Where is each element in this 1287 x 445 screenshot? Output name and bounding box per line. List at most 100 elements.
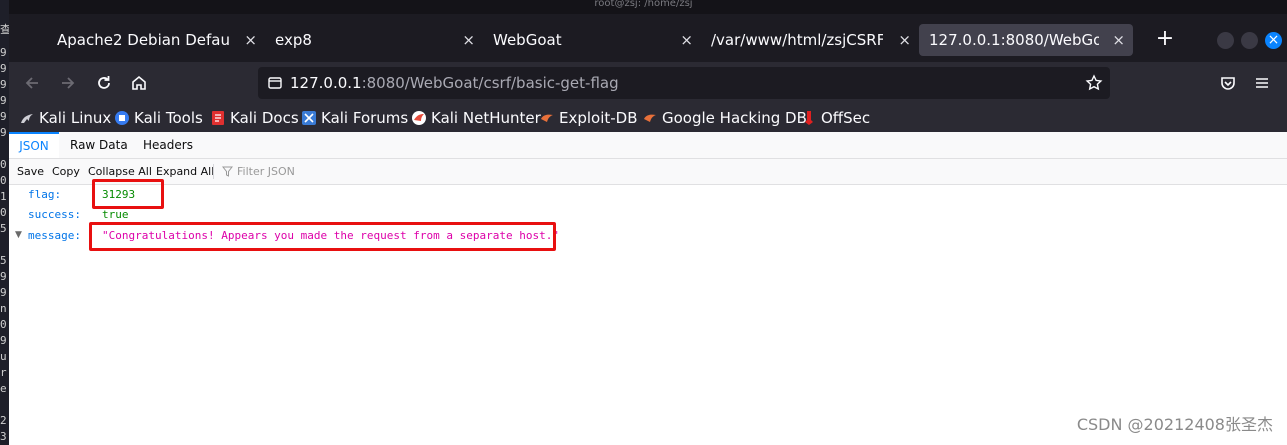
reload-button[interactable] <box>92 71 116 95</box>
ghdb-icon <box>644 114 656 122</box>
terminal-char: 9 <box>0 62 7 75</box>
tab-close-icon[interactable]: × <box>244 24 257 56</box>
bookmarks-toolbar: Kali Linux Kali Tools Kali Docs Kali For… <box>9 104 1287 132</box>
reload-icon <box>98 76 110 89</box>
bookmark-kali-forums[interactable]: Kali Forums <box>301 104 408 132</box>
bookmark-kali-docs[interactable]: Kali Docs <box>210 104 299 132</box>
bookmark-label: Google Hacking DB <box>662 109 807 127</box>
url-host: 127.0.0.1 <box>290 74 362 92</box>
tab-webgoat[interactable]: WebGoat × <box>483 24 701 56</box>
bookmark-kali-nethunter[interactable]: Kali NetHunter <box>411 104 541 132</box>
exploit-db-icon <box>541 114 553 122</box>
terminal-char: 0 <box>0 206 7 219</box>
pocket-button[interactable] <box>1216 71 1240 95</box>
bookmark-label: Kali Tools <box>134 109 203 127</box>
tab-basic-get-flag[interactable]: 127.0.0.1:8080/WebGoat/csrf/basic-get-fl… <box>919 24 1133 56</box>
terminal-char: r <box>0 366 7 379</box>
terminal-char: 9 <box>0 270 7 283</box>
terminal-char: 0 <box>0 174 7 187</box>
tab-raw-data[interactable]: Raw Data <box>70 132 128 158</box>
window-title: root@zsj: /home/zsj <box>594 0 693 9</box>
back-arrow-icon <box>25 77 38 89</box>
kali-docs-icon <box>212 111 224 125</box>
tab-label: WebGoat <box>493 31 562 49</box>
bookmark-label: Kali Docs <box>230 109 299 127</box>
json-toolbar: Save Copy Collapse All Expand All Filter… <box>9 159 1287 185</box>
terminal-char: 1 <box>0 190 7 203</box>
hamburger-menu-icon <box>1256 78 1268 88</box>
bookmark-label: Kali Linux <box>39 109 112 127</box>
maximize-button[interactable] <box>1241 32 1258 49</box>
home-button[interactable] <box>127 71 151 95</box>
terminal-char: 0 <box>0 318 7 331</box>
nethunter-icon <box>412 111 426 125</box>
new-tab-button[interactable]: + <box>1153 24 1177 56</box>
terminal-char: 9 <box>0 286 7 299</box>
bookmark-offsec[interactable]: OffSec <box>801 104 870 132</box>
flag-highlight-box <box>92 179 164 209</box>
terminal-char: 9 <box>0 334 7 347</box>
minimize-button[interactable] <box>1217 32 1234 49</box>
url-text[interactable]: 127.0.0.1:8080/WebGoat/csrf/basic-get-fl… <box>290 67 619 99</box>
terminal-char: 5 <box>0 254 7 267</box>
home-icon <box>132 75 146 90</box>
kali-dragon-icon <box>21 114 33 123</box>
tab-apache-default[interactable]: Apache2 Debian Default Page × <box>47 24 265 56</box>
app-menu-button[interactable] <box>1250 71 1274 95</box>
kali-tools-icon <box>115 111 129 125</box>
json-viewer: JSON Raw Data Headers Save Copy Collapse… <box>9 132 1287 445</box>
tab-zsjcsrf-html[interactable]: /var/www/html/zsjCSRF.html × <box>701 24 919 56</box>
tab-close-icon[interactable]: × <box>898 24 911 56</box>
terminal-char: 2 <box>0 414 7 427</box>
json-viewer-tabs: JSON Raw Data Headers <box>9 132 1287 159</box>
expand-all-button[interactable]: Expand All <box>156 159 214 184</box>
window-title-bar: root@zsj: /home/zsj <box>0 0 1287 14</box>
bookmark-label: OffSec <box>821 109 871 127</box>
message-highlight-box <box>89 222 556 251</box>
json-key: message: <box>28 229 81 242</box>
bookmark-label: Kali Forums <box>321 109 409 127</box>
terminal-char: 9 <box>0 110 7 123</box>
tab-close-icon[interactable]: × <box>462 24 475 56</box>
bookmark-label: Kali NetHunter <box>431 109 541 127</box>
terminal-char: 3 <box>0 430 7 443</box>
forward-button[interactable] <box>56 71 80 95</box>
url-bar[interactable]: 127.0.0.1:8080/WebGoat/csrf/basic-get-fl… <box>258 67 1110 99</box>
tab-headers[interactable]: Headers <box>143 132 193 158</box>
expand-twisty-icon[interactable]: ▼ <box>15 230 22 240</box>
terminal-char: 0 <box>0 158 7 171</box>
navigation-toolbar: 127.0.0.1:8080/WebGoat/csrf/basic-get-fl… <box>9 62 1287 104</box>
page-info-icon[interactable] <box>267 75 283 91</box>
bookmark-label: Exploit-DB <box>559 109 638 127</box>
terminal-char: 9 <box>0 126 7 139</box>
offsec-icon <box>805 111 813 125</box>
save-button[interactable]: Save <box>17 159 44 184</box>
filter-icon <box>222 166 233 177</box>
terminal-char: 9 <box>0 46 7 59</box>
tab-close-icon[interactable]: × <box>680 24 693 56</box>
terminal-char: 查 <box>0 23 9 36</box>
tab-label: Apache2 Debian Default Page <box>57 31 229 49</box>
terminal-char: n <box>0 302 7 315</box>
terminal-char: e <box>0 382 7 395</box>
url-path: :8080/WebGoat/csrf/basic-get-flag <box>361 74 619 92</box>
pocket-icon <box>1221 77 1235 90</box>
json-key: success: <box>28 208 81 221</box>
bookmark-kali-linux[interactable]: Kali Linux <box>19 104 111 132</box>
toolbar-divider <box>213 164 214 179</box>
bookmark-star-icon[interactable] <box>1085 74 1103 92</box>
tab-json[interactable]: JSON <box>9 132 59 158</box>
bookmark-google-hacking-db[interactable]: Google Hacking DB <box>642 104 807 132</box>
tab-close-icon[interactable]: × <box>1112 24 1125 56</box>
filter-json-input[interactable]: Filter JSON <box>237 159 295 184</box>
tab-exp8[interactable]: exp8 × <box>265 24 483 56</box>
terminal-char: 9 <box>0 94 7 107</box>
terminal-char: 5 <box>0 222 7 235</box>
tab-label: /var/www/html/zsjCSRF.html <box>711 31 883 49</box>
bookmark-exploit-db[interactable]: Exploit-DB <box>539 104 638 132</box>
bookmark-kali-tools[interactable]: Kali Tools <box>114 104 203 132</box>
copy-button[interactable]: Copy <box>52 159 80 184</box>
back-button[interactable] <box>20 71 44 95</box>
terminal-left-strip: 查 9 9 9 9 9 9 0 0 1 0 5 5 9 9 n 0 9 u r … <box>0 0 9 445</box>
window-close-button[interactable]: × <box>1265 32 1282 49</box>
